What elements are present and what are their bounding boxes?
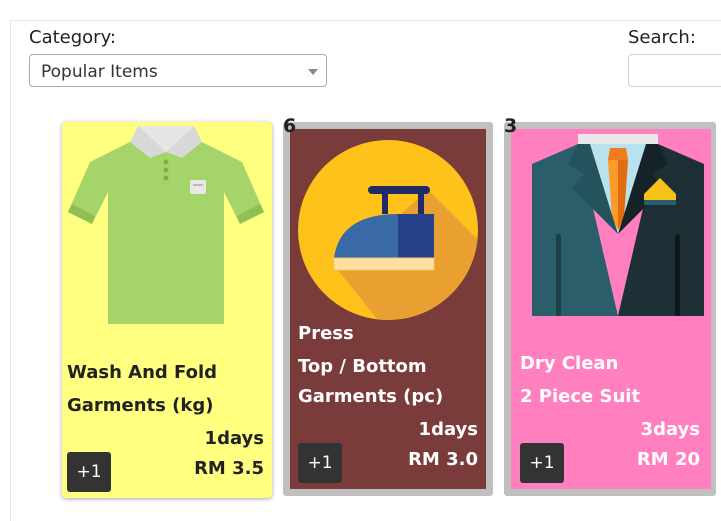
quantity-badge: 6 (283, 115, 297, 137)
item-card-dry-clean-suit[interactable]: 3 Dry Clean 2 Piece Suit 3days RM 20 +1 (504, 115, 716, 496)
item-title-line1: Dry Clean (520, 353, 619, 374)
item-price: RM 20 (636, 449, 700, 470)
category-select-value: Popular Items (41, 62, 158, 82)
add-one-button[interactable]: +1 (520, 443, 564, 483)
suit-icon (532, 134, 704, 316)
item-price: RM 3.0 (408, 449, 478, 470)
item-title-line1: Press (298, 323, 354, 344)
chevron-down-icon (308, 69, 318, 75)
item-title-line1: Wash And Fold (67, 362, 218, 383)
item-duration: 1days (204, 428, 264, 449)
quantity-badge: 3 (504, 115, 518, 137)
item-duration: 1days (418, 419, 478, 440)
category-select[interactable]: Popular Items (29, 54, 327, 87)
add-one-button[interactable]: +1 (67, 452, 111, 492)
item-duration: 3days (640, 419, 700, 440)
item-title-line2: Garments (kg) (67, 395, 214, 416)
search-input[interactable] (628, 54, 721, 87)
item-title-line3: Garments (pc) (298, 386, 444, 407)
item-card-wash-and-fold[interactable]: Wash And Fold Garments (kg) 1days RM 3.5… (62, 122, 272, 498)
item-price: RM 3.5 (194, 458, 264, 479)
category-label: Category: (29, 27, 116, 48)
t-shirt-icon (68, 126, 264, 324)
search-label: Search: (628, 27, 696, 48)
item-title-line2: Top / Bottom (298, 356, 427, 377)
iron-icon (298, 140, 478, 320)
item-title-line2: 2 Piece Suit (520, 386, 641, 407)
item-card-press-garments[interactable]: 6 Press Top / Bottom Garments (pc) 1days… (283, 115, 493, 496)
add-one-button[interactable]: +1 (298, 443, 342, 483)
